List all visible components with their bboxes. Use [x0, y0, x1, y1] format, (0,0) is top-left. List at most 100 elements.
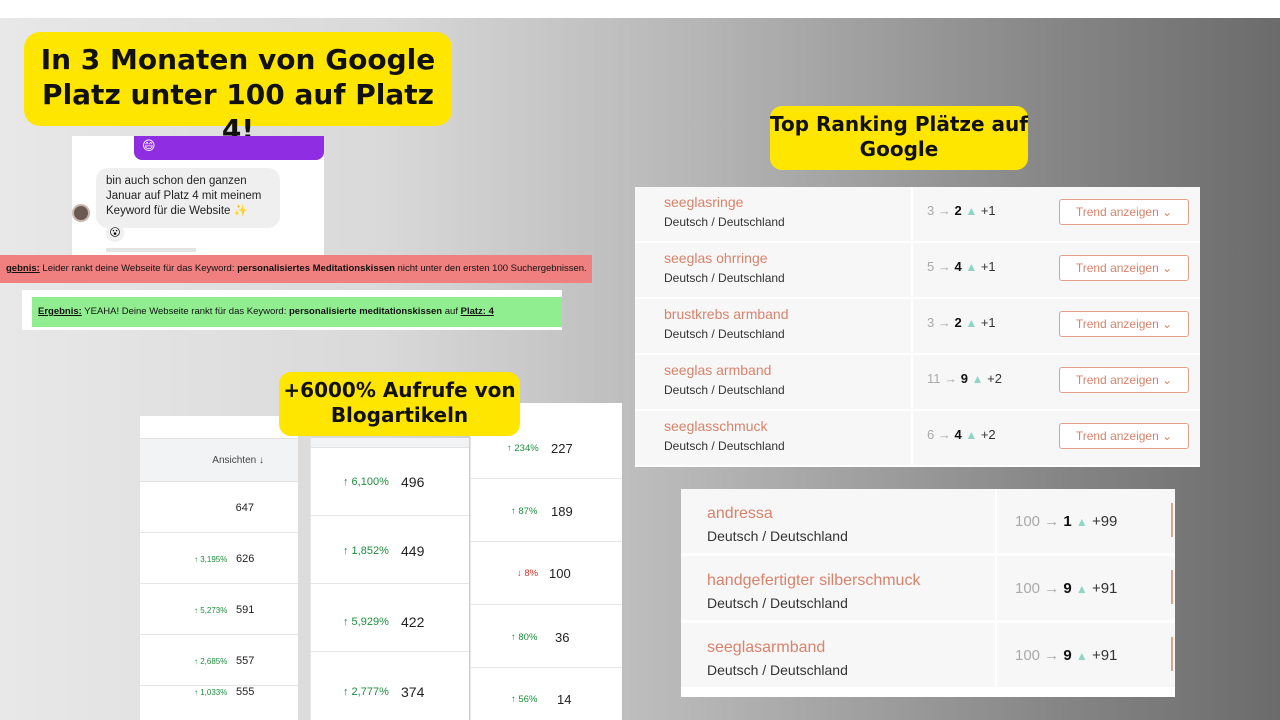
rank-from: 5	[927, 259, 935, 274]
growth-percent: ↑ 1,033%	[194, 688, 228, 697]
table-row: ↑ 5,929% 422	[311, 584, 469, 652]
rank-from: 3	[927, 203, 935, 218]
keyword-link[interactable]: brustkrebs armband	[664, 306, 789, 322]
rank-from: 100	[1015, 580, 1041, 597]
result-place: Platz: 4	[460, 306, 494, 317]
column-divider	[911, 355, 913, 411]
table-row: 647	[140, 482, 298, 533]
chat-message-bubble: bin auch schon den ganzen Januar auf Pla…	[96, 168, 280, 228]
view-count: 449	[401, 543, 425, 559]
ranking-row: seeglasringe Deutsch / Deutschland 3 → 2…	[635, 187, 1200, 243]
trend-button[interactable]: Trend anzeigen ⌄	[1059, 367, 1189, 393]
rank-change: 6 → 4 ▲ +2	[927, 427, 996, 442]
growth-percent: ↑ 6,100%	[343, 476, 389, 488]
trend-button-edge[interactable]	[1171, 570, 1175, 604]
table-row: ↑ 80% 36	[471, 605, 622, 668]
growth-percent: ↑ 56%	[511, 694, 538, 705]
trend-button-edge[interactable]	[1171, 503, 1175, 537]
ranking-row: seeglas armband Deutsch / Deutschland 11…	[635, 355, 1200, 411]
table-row: ↑ 1,852% 449	[311, 516, 469, 584]
column-divider	[995, 489, 997, 555]
result-text: YEAHA! Deine Webseite rankt für das Keyw…	[81, 306, 289, 317]
decline-percent: ↓ 8%	[517, 568, 539, 579]
view-count: 36	[555, 630, 570, 645]
rank-to: 4	[954, 427, 962, 442]
chat-own-message-bubble	[134, 136, 324, 160]
rank-change: 100 → 9 ▲ +91	[1015, 647, 1118, 664]
rank-change: 100 → 9 ▲ +91	[1015, 580, 1118, 597]
rank-change: 11 → 9 ▲ +2	[927, 371, 1002, 386]
table-row: ↑ 2,777% 374	[311, 652, 469, 720]
rank-change: 3 → 2 ▲ +1	[927, 315, 996, 330]
view-count: 557	[236, 655, 255, 667]
ranking-row: seeglas ohrringe Deutsch / Deutschland 5…	[635, 243, 1200, 299]
result-keyword: personalisierte meditationskissen	[288, 306, 443, 317]
column-divider	[911, 411, 913, 467]
keyword-link[interactable]: seeglasarmband	[707, 639, 825, 657]
ranking-row: seeglasschmuck Deutsch / Deutschland 6 →…	[635, 411, 1200, 467]
keyword-link[interactable]: seeglasschmuck	[664, 418, 768, 434]
keyword-link[interactable]: andressa	[707, 505, 773, 523]
keyword-location: Deutsch / Deutschland	[707, 528, 848, 544]
rank-to: 2	[954, 203, 962, 218]
blog-panel-header	[311, 438, 469, 448]
rank-change: 5 → 4 ▲ +1	[927, 259, 996, 274]
growth-percent: ↑ 3,195%	[194, 555, 228, 564]
rank-delta: +2	[980, 427, 996, 442]
column-divider	[995, 556, 997, 622]
keyword-link[interactable]: seeglas ohrringe	[664, 250, 768, 266]
ranking-row: seeglasarmband Deutsch / Deutschland 100…	[681, 623, 1175, 689]
views-column-header[interactable]: Ansichten ↓	[140, 438, 298, 482]
growth-percent: ↑ 2,685%	[194, 657, 228, 666]
blog-callout: +6000% Aufrufe von Blogartikeln	[279, 372, 520, 436]
blog-callout-line-1: +6000% Aufrufe von	[283, 378, 516, 402]
trend-button[interactable]: Trend anzeigen ⌄	[1059, 311, 1189, 337]
blog-stats-panel-right: ↑ 234% 227 ↑ 87% 189 ↓ 8% 100 ↑ 80% 36 ↑…	[470, 403, 622, 720]
keyword-link[interactable]: seeglasringe	[664, 194, 743, 210]
keyword-location: Deutsch / Deutschland	[707, 595, 848, 611]
keyword-location: Deutsch / Deutschland	[707, 662, 848, 678]
rank-delta: +99	[1091, 513, 1118, 530]
ranking-row: andressa Deutsch / Deutschland 100 → 1 ▲…	[681, 489, 1175, 555]
trend-button-edge[interactable]	[1171, 637, 1175, 671]
rank-from: 3	[927, 315, 935, 330]
column-divider	[911, 299, 913, 355]
ranking-callout-line-1: Top Ranking Plätze auf	[770, 112, 1028, 136]
table-row: ↑ 6,100% 496	[311, 448, 469, 516]
rank-to: 9	[960, 371, 968, 386]
ranking-callout: Top Ranking Plätze auf Google	[770, 106, 1028, 170]
view-count: 189	[551, 504, 573, 519]
keyword-link[interactable]: handgefertigter silberschmuck	[707, 572, 920, 590]
triangle-up-icon: ▲	[965, 316, 978, 330]
growth-percent: ↑ 1,852%	[343, 545, 389, 557]
rank-delta: +1	[980, 315, 996, 330]
rank-change: 100 → 1 ▲ +99	[1015, 513, 1118, 530]
growth-percent: ↑ 80%	[511, 632, 538, 643]
ranking-row: brustkrebs armband Deutsch / Deutschland…	[635, 299, 1200, 355]
ranking-table-top: seeglasringe Deutsch / Deutschland 3 → 2…	[635, 187, 1200, 467]
chat-faint-text	[106, 248, 196, 252]
view-count: 14	[557, 692, 572, 707]
growth-percent: ↑ 234%	[507, 443, 539, 454]
table-row: ↓ 8% 100	[471, 542, 622, 605]
result-tail: nicht unter den ersten 100 Suchergebniss…	[394, 263, 587, 274]
result-keyword: personalisiertes Meditationskissen	[237, 263, 395, 274]
triangle-up-icon: ▲	[971, 372, 984, 386]
keyword-link[interactable]: seeglas armband	[664, 362, 771, 378]
views-stats-panel: Ansichten ↓ 647 ↑ 3,195% 626 ↑ 5,273% 59…	[140, 416, 298, 720]
growth-percent: ↑ 5,273%	[194, 606, 228, 615]
trend-button[interactable]: Trend anzeigen ⌄	[1059, 255, 1189, 281]
triangle-up-icon: ▲	[1075, 582, 1088, 596]
view-count: 626	[236, 553, 255, 565]
keyword-location: Deutsch / Deutschland	[664, 215, 785, 229]
column-divider	[911, 187, 913, 243]
table-row: ↑ 2,685% 557	[140, 635, 298, 686]
trend-button[interactable]: Trend anzeigen ⌄	[1059, 199, 1189, 225]
view-count: 374	[401, 684, 425, 700]
triangle-up-icon: ▲	[965, 428, 978, 442]
growth-percent: ↑ 87%	[511, 506, 538, 517]
result-text: Leider rankt deine Webseite für das Keyw…	[39, 263, 238, 274]
view-count: 422	[401, 614, 425, 630]
rank-from: 6	[927, 427, 935, 442]
trend-button[interactable]: Trend anzeigen ⌄	[1059, 423, 1189, 449]
